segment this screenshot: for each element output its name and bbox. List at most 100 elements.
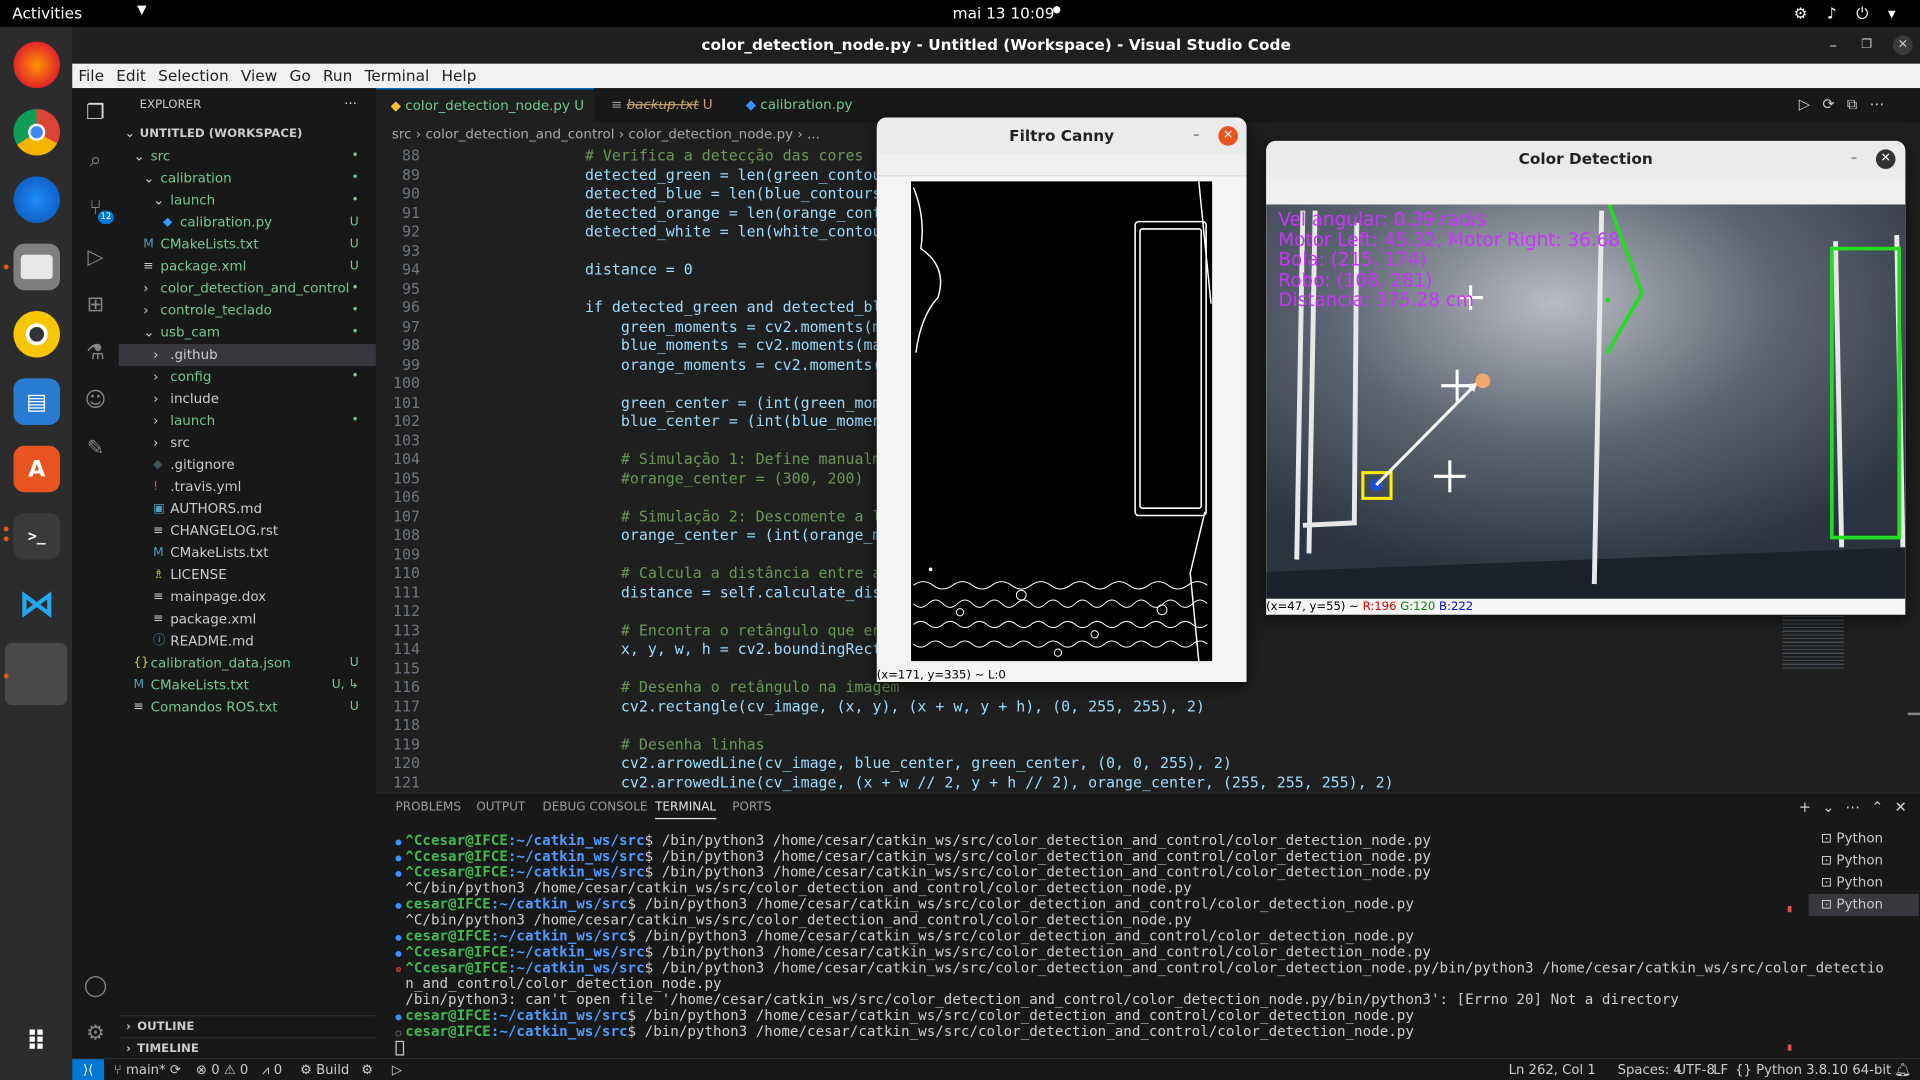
- panel-actions[interactable]: +⌄⋯⌃✕: [1799, 798, 1918, 815]
- tree-item[interactable]: {} calibration_data.json U: [119, 653, 376, 675]
- menu-edit[interactable]: Edit: [110, 64, 152, 84]
- tree-item[interactable]: › .github: [118, 344, 376, 367]
- terminal-instance[interactable]: ⊡ Python: [1809, 872, 1919, 894]
- run-icon[interactable]: ▷: [392, 1059, 402, 1080]
- language-mode[interactable]: {} Python: [1735, 1059, 1802, 1080]
- minimize-icon[interactable]: –: [1829, 27, 1837, 64]
- files-icon[interactable]: [13, 243, 61, 291]
- menu-go[interactable]: Go: [283, 64, 316, 84]
- firefox-icon[interactable]: [13, 41, 61, 89]
- workspace-root[interactable]: ⌄ UNTITLED (WORKSPACE): [119, 124, 376, 146]
- tab-debug-console[interactable]: DEBUG CONSOLE: [542, 801, 647, 814]
- rhythmbox-icon[interactable]: [13, 311, 61, 358]
- tree-item[interactable]: ⌄ calibration •: [119, 168, 376, 190]
- problems-indicator[interactable]: ⊗ 0 ⚠ 0: [196, 1059, 248, 1080]
- tree-item[interactable]: ⓘ README.md: [119, 631, 376, 653]
- terminal-line[interactable]: ⊗ ^Ccesar@IFCE:~/catkin_ws/src$ /bin/pyth…: [396, 959, 1884, 976]
- writer-icon[interactable]: ▤: [13, 378, 61, 425]
- tree-item[interactable]: ⌄ launch •: [119, 190, 376, 212]
- menu-file[interactable]: File: [72, 64, 110, 84]
- extensions-icon[interactable]: ⊞: [83, 293, 107, 317]
- menu-help[interactable]: Help: [435, 64, 482, 84]
- settings-gear-icon[interactable]: ⚙: [83, 1021, 107, 1045]
- close-icon[interactable]: ✕: [1218, 126, 1238, 146]
- code-line[interactable]: 119 # Desenha linhas: [376, 735, 1784, 754]
- explorer-more-button[interactable]: ···: [344, 96, 357, 112]
- terminal-line[interactable]: ● ^Ccesar@IFCE:~/catkin_ws/src$ /bin/pyth…: [396, 848, 1431, 865]
- terminal-line[interactable]: ● ^Ccesar@IFCE:~/catkin_ws/src$ /bin/pyth…: [396, 864, 1431, 880]
- tree-item[interactable]: ♗ LICENSE: [119, 564, 376, 586]
- tree-item[interactable]: M CMakeLists.txt U, ↳: [119, 675, 376, 697]
- python-interpreter[interactable]: 3.8.10 64-bit: [1806, 1059, 1891, 1080]
- copilot-icon[interactable]: ☺: [83, 388, 107, 412]
- editor-actions[interactable]: ▷⟳⧉⋯: [1799, 96, 1897, 114]
- tree-item[interactable]: ≡ Comandos ROS.txt U: [119, 697, 376, 719]
- line-ending[interactable]: LF: [1713, 1059, 1728, 1080]
- vscode-icon[interactable]: ⋈: [13, 580, 60, 627]
- opencv-window-icon[interactable]: [4, 642, 68, 706]
- menu-view[interactable]: View: [235, 64, 284, 84]
- tab-problems[interactable]: PROBLEMS: [396, 801, 461, 814]
- tree-item[interactable]: M CMakeLists.txt U: [119, 234, 376, 256]
- outline-section[interactable]: › OUTLINE: [118, 1015, 376, 1037]
- code-line[interactable]: 117 cv2.rectangle(cv_image, (x, y), (x +…: [376, 697, 1784, 716]
- close-icon[interactable]: ✕: [1875, 149, 1896, 169]
- app-menu-arrow-icon[interactable]: ▼: [137, 4, 146, 17]
- search-icon[interactable]: ⌕: [83, 148, 107, 172]
- terminal-instance[interactable]: ⊡ Python: [1808, 893, 1919, 916]
- restore-icon[interactable]: ❐: [1861, 27, 1872, 64]
- testing-icon[interactable]: ⚗: [83, 340, 107, 364]
- tree-item[interactable]: › launch •: [119, 410, 376, 432]
- tab-calibration-py[interactable]: ◆ calibration.py U: [731, 88, 863, 147]
- terminal-line[interactable]: ○ cesar@IFCE:~/catkin_ws/src$ /bin/python…: [396, 1023, 1414, 1040]
- tree-item[interactable]: ! .travis.yml: [119, 476, 376, 498]
- terminal-instance[interactable]: ⊡ Python: [1809, 828, 1919, 850]
- app-center-icon[interactable]: A: [13, 445, 61, 493]
- minimap[interactable]: [1782, 612, 1845, 672]
- build-button[interactable]: ⚙ Build: [300, 1059, 349, 1080]
- close-icon[interactable]: ✕: [1893, 35, 1913, 56]
- terminal-line[interactable]: ● ^Ccesar@IFCE:~/catkin_ws/src$ /bin/pyth…: [396, 832, 1431, 849]
- terminal-instance[interactable]: ⊡ Python: [1809, 850, 1919, 872]
- tree-item[interactable]: › color_detection_and_control •: [119, 278, 376, 300]
- show-apps-grid-icon[interactable]: ⠿: [13, 1019, 60, 1066]
- timeline-section[interactable]: › TIMELINE: [118, 1037, 376, 1059]
- terminal-line[interactable]: ● cesar@IFCE:~/catkin_ws/src$ /bin/python…: [396, 928, 1414, 944]
- terminal-line[interactable]: n_and_control/color_detection_node.py: [396, 975, 721, 992]
- tree-item[interactable]: › config •: [119, 366, 376, 388]
- tab-backup-txt[interactable]: ≡ backup.txt U: [596, 88, 728, 122]
- code-line[interactable]: 120 cv2.arrowedLine(cv_image, blue_cente…: [376, 754, 1784, 773]
- code-line[interactable]: 121 cv2.arrowedLine(cv_image, (x + w // …: [376, 773, 1784, 792]
- chrome-icon[interactable]: [13, 108, 61, 156]
- menu-terminal[interactable]: Terminal: [358, 64, 435, 84]
- tab-output[interactable]: OUTPUT: [476, 801, 525, 814]
- terminal-line[interactable]: ● cesar@IFCE:~/catkin_ws/src$ /bin/python…: [396, 1007, 1414, 1024]
- canny-edge-image[interactable]: [911, 181, 1213, 662]
- tree-item[interactable]: ◆ .gitignore: [119, 454, 376, 476]
- tree-item[interactable]: ◆ calibration.py U: [119, 212, 376, 234]
- terminal-line[interactable]: ● cesar@IFCE:~/catkin_ws/src$ /bin/python…: [396, 896, 1414, 912]
- menu-run[interactable]: Run: [317, 64, 359, 84]
- ros-icon[interactable]: ✎: [83, 436, 107, 460]
- encoding[interactable]: UTF-8: [1676, 1059, 1715, 1080]
- clock[interactable]: mai 13 10:09: [953, 4, 1055, 22]
- account-icon[interactable]: ◯: [83, 973, 107, 997]
- indentation[interactable]: Spaces: 4: [1618, 1059, 1682, 1080]
- minimize-icon[interactable]: –: [1844, 149, 1864, 169]
- terminal-line[interactable]: ^C/bin/python3 /home/cesar/catkin_ws/src…: [396, 912, 1191, 928]
- menu-selection[interactable]: Selection: [152, 64, 235, 84]
- ports-indicator[interactable]: ⩘ 0: [262, 1059, 282, 1080]
- terminal-line[interactable]: ● ^Ccesar@IFCE:~/catkin_ws/src$ /bin/pyth…: [396, 943, 1431, 960]
- tree-item[interactable]: ▣ AUTHORS.md: [119, 498, 376, 520]
- run-debug-icon[interactable]: ▷: [83, 245, 107, 269]
- tab-terminal[interactable]: TERMINAL: [655, 801, 717, 820]
- tree-item[interactable]: › controle_teclado •: [119, 300, 376, 322]
- tree-item[interactable]: ⌄ usb_cam •: [119, 322, 376, 344]
- tree-item[interactable]: ⌄ src •: [119, 146, 376, 168]
- minimize-icon[interactable]: –: [1187, 126, 1207, 146]
- tree-item[interactable]: M CMakeLists.txt: [119, 542, 376, 564]
- tree-item[interactable]: › src: [119, 432, 376, 454]
- cursor-position[interactable]: Ln 262, Col 1: [1509, 1059, 1596, 1080]
- tree-item[interactable]: ≡ package.xml: [119, 609, 376, 631]
- terminal-line[interactable]: ^C/bin/python3 /home/cesar/catkin_ws/src…: [396, 880, 1191, 896]
